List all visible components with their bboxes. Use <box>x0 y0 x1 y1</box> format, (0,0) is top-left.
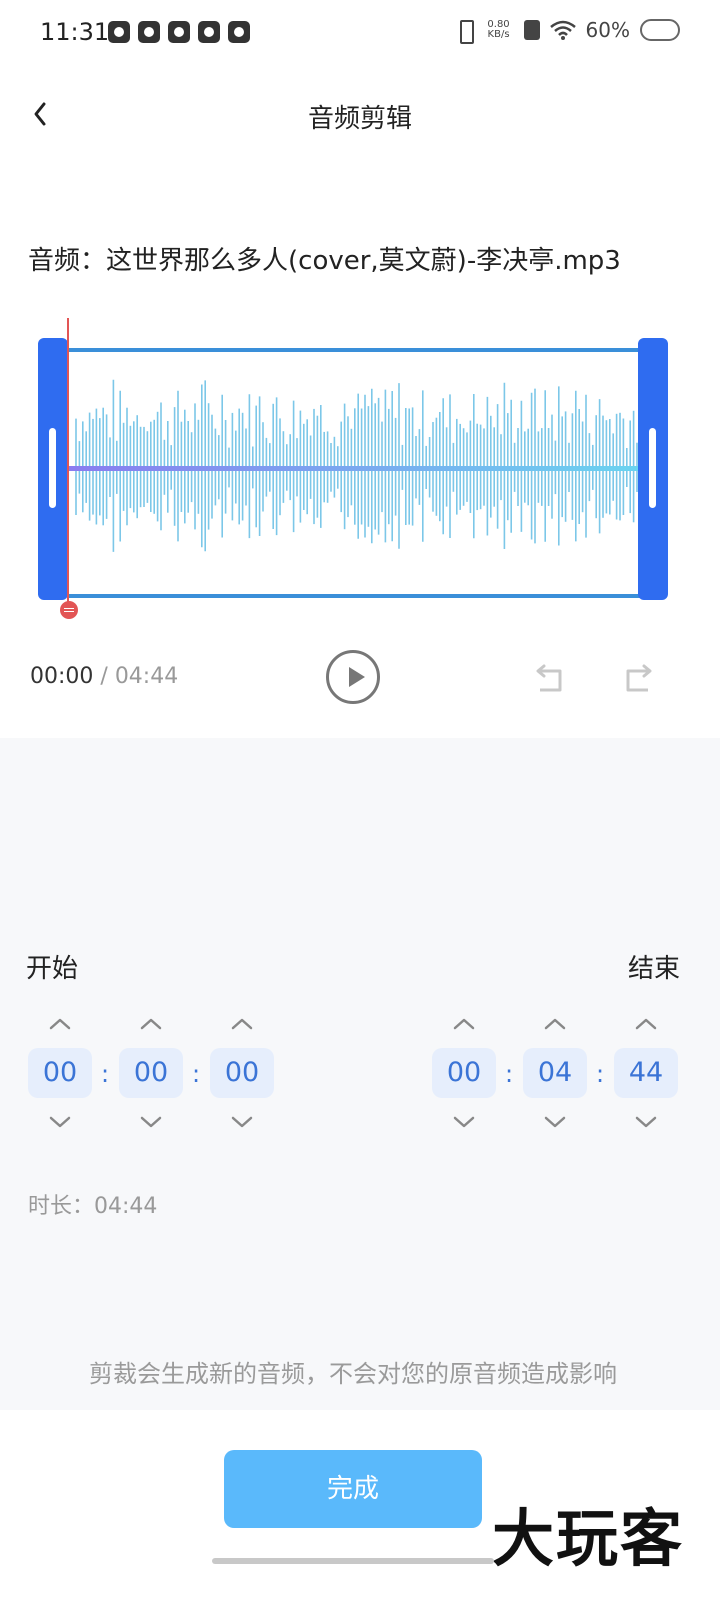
wifi-icon <box>549 20 576 40</box>
trim-end-handle[interactable] <box>638 338 668 600</box>
chevron-up-icon[interactable] <box>210 1012 274 1036</box>
chevron-up-icon[interactable] <box>119 1012 183 1036</box>
trim-notice: 剪裁会生成新的音频，不会对您的原音频造成影响 <box>89 1360 617 1388</box>
start-label: 开始 <box>26 954 79 984</box>
music-app-icon <box>108 21 130 43</box>
end-minute-spinner: 04 <box>523 1012 587 1134</box>
start-handle-grip <box>49 428 56 508</box>
current-time: 00:00 <box>30 664 94 689</box>
undo-icon <box>536 664 562 692</box>
chevron-down-icon[interactable] <box>614 1110 678 1134</box>
start-minute-spinner: 00 <box>119 1012 183 1134</box>
watermark: 大玩客 <box>492 1502 685 1575</box>
time-colon: : <box>596 1060 605 1088</box>
end-hour-value[interactable]: 00 <box>432 1048 496 1098</box>
header: 音频剪辑 <box>0 80 720 150</box>
status-indicators: 0.80 KB/s 60% <box>456 18 680 44</box>
redo-icon <box>626 664 652 692</box>
gesture-nav-bar[interactable] <box>212 1558 494 1564</box>
playhead-knob[interactable] <box>60 601 78 619</box>
video-app-icon <box>138 21 160 43</box>
chevron-up-icon[interactable] <box>432 1012 496 1036</box>
page-title: 音频剪辑 <box>307 104 412 134</box>
search-app-icon <box>228 21 250 43</box>
time-readout: 00:00 / 04:44 <box>30 664 178 689</box>
chevron-up-icon[interactable] <box>614 1012 678 1036</box>
total-time: 04:44 <box>114 664 179 689</box>
audio-file-name: 音频：这世界那么多人(cover,莫文蔚)-李决亭.mp3 <box>28 246 621 276</box>
end-hour-spinner: 00 <box>432 1012 496 1134</box>
done-button[interactable]: 完成 <box>224 1450 482 1528</box>
browser-app-icon <box>168 21 190 43</box>
time-colon: : <box>101 1060 110 1088</box>
chevron-up-icon[interactable] <box>523 1012 587 1036</box>
waveform <box>68 379 640 552</box>
battery-level: 60% <box>585 18 630 42</box>
redo-button[interactable] <box>622 660 654 694</box>
end-label: 结束 <box>627 954 680 984</box>
playhead[interactable] <box>67 318 69 606</box>
duration-readout: 时长：04:44 <box>28 1194 158 1219</box>
mascot-icon <box>640 19 680 41</box>
time-separator: / <box>93 664 115 689</box>
play-button[interactable] <box>326 650 380 704</box>
trim-start-handle[interactable] <box>38 338 68 600</box>
end-second-value[interactable]: 44 <box>614 1048 678 1098</box>
play-icon <box>349 667 365 687</box>
time-colon: : <box>192 1060 201 1088</box>
chevron-down-icon[interactable] <box>28 1110 92 1134</box>
end-handle-grip <box>649 428 656 508</box>
start-second-spinner: 00 <box>210 1012 274 1134</box>
start-hour-spinner: 00 <box>28 1012 92 1134</box>
start-second-value[interactable]: 00 <box>210 1048 274 1098</box>
end-second-spinner: 44 <box>614 1012 678 1134</box>
chevron-up-icon[interactable] <box>28 1012 92 1036</box>
network-speed: 0.80 KB/s <box>484 20 514 40</box>
status-time: 11:31 <box>40 18 110 46</box>
chat-app-icon <box>198 21 220 43</box>
start-minute-value[interactable]: 00 <box>119 1048 183 1098</box>
sim-icon <box>523 20 540 40</box>
end-minute-value[interactable]: 04 <box>523 1048 587 1098</box>
start-hour-value[interactable]: 00 <box>28 1048 92 1098</box>
network-speed-unit: KB/s <box>487 29 510 40</box>
chevron-down-icon[interactable] <box>210 1110 274 1134</box>
undo-button[interactable] <box>534 660 566 694</box>
status-bar: 11:31 0.80 KB/s 60% <box>0 0 720 64</box>
vibrate-icon <box>456 18 474 44</box>
status-app-icons <box>108 21 250 43</box>
time-colon: : <box>505 1060 514 1088</box>
chevron-down-icon[interactable] <box>432 1110 496 1134</box>
waveform-editor[interactable] <box>38 338 668 600</box>
chevron-down-icon[interactable] <box>119 1110 183 1134</box>
waveform-center-line <box>68 466 640 471</box>
chevron-down-icon[interactable] <box>523 1110 587 1134</box>
